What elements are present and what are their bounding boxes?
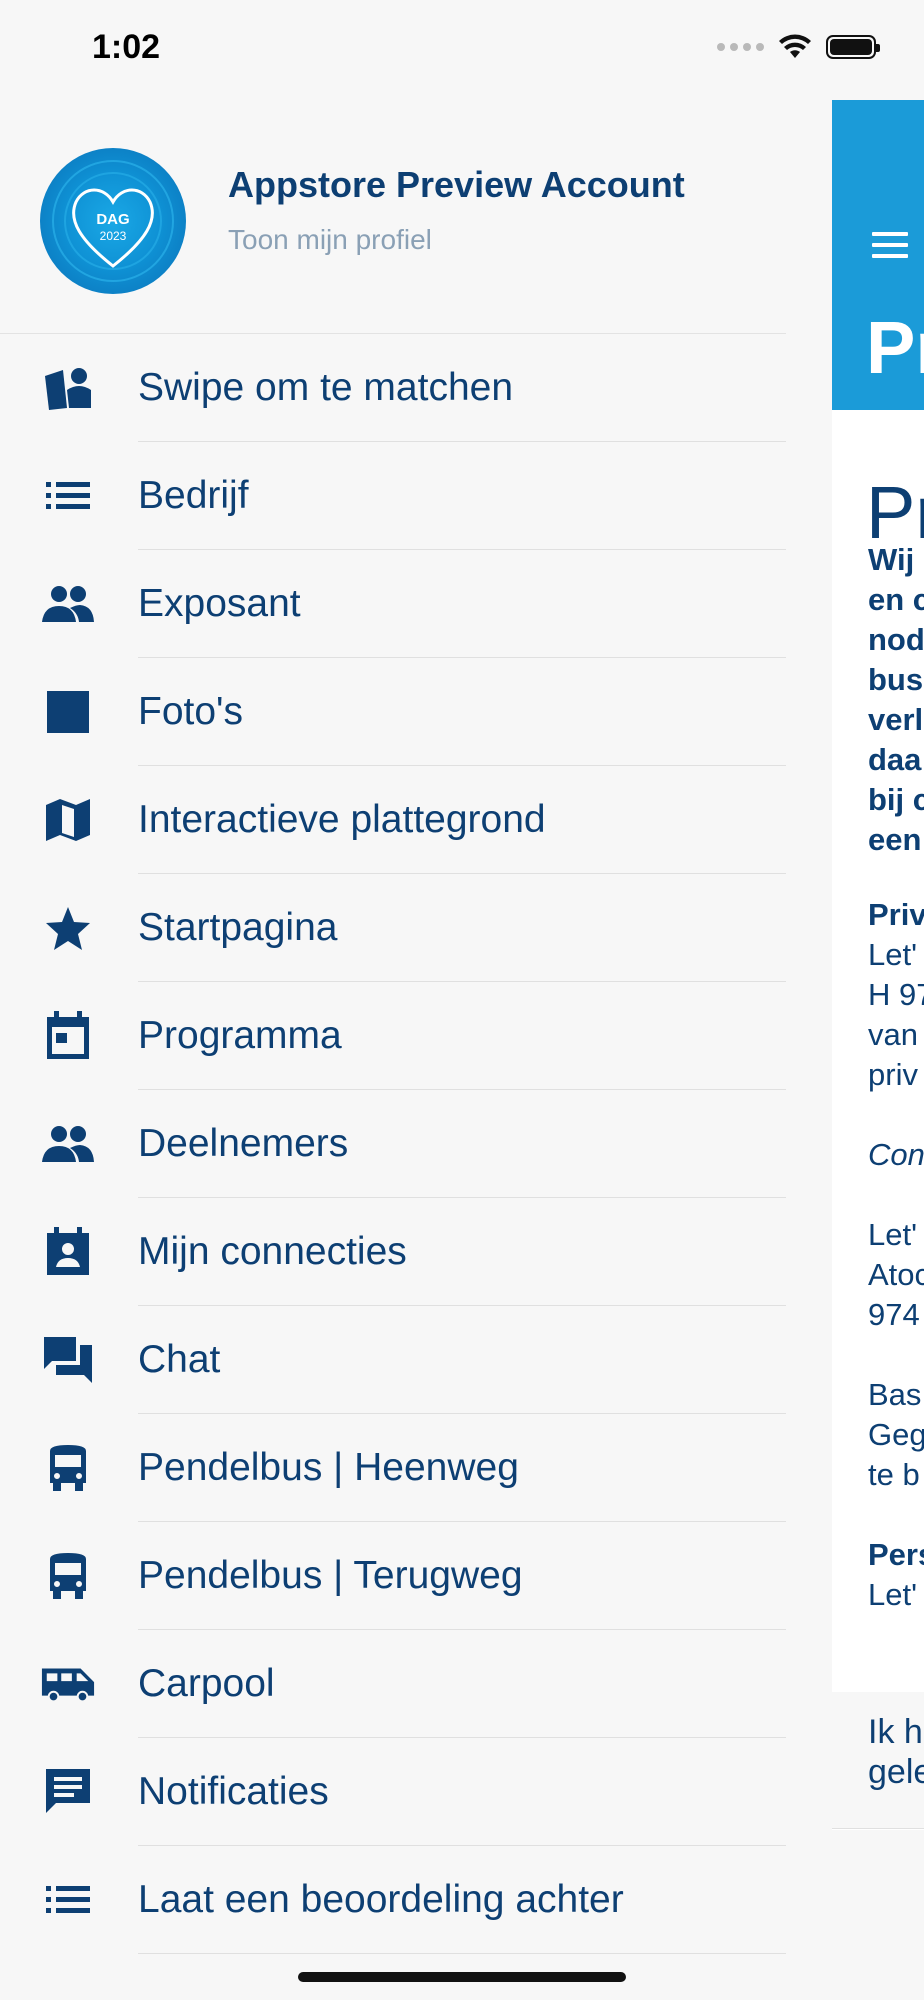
body-text-line: 974 <box>868 1297 920 1332</box>
list-icon <box>40 1876 96 1924</box>
menu-item-deelnemers[interactable]: Deelnemers <box>0 1090 786 1198</box>
body-text-line: Pers <box>868 1537 924 1572</box>
avatar-text-top: DAG <box>96 211 129 228</box>
body-text-line: bij c <box>868 782 924 817</box>
avatar-text-year: 2023 <box>100 229 127 243</box>
menu-item-notificaties[interactable]: Notificaties <box>0 1738 786 1846</box>
menu-item-label: Exposant <box>138 582 301 625</box>
consent-text-line-2: gele <box>868 1753 924 1791</box>
calendar-icon <box>40 1011 96 1060</box>
menu-item-foto-s[interactable]: Foto's <box>0 658 786 766</box>
body-text-line: Con <box>868 1137 924 1172</box>
people-icon <box>40 580 96 628</box>
body-text-line: verl <box>868 702 924 737</box>
profile-header[interactable]: DAG 2023 Appstore Preview Account Toon m… <box>0 100 786 334</box>
cellular-signal-icon <box>717 43 764 51</box>
menu-item-exposant[interactable]: Exposant <box>0 550 786 658</box>
status-icons <box>717 34 880 60</box>
menu-item-label: Mijn connecties <box>138 1230 407 1273</box>
main-page-peek[interactable]: Pr Pr Wijen cnodbusverldaabij ceenPrivLe… <box>832 100 924 1830</box>
divider <box>138 1953 786 1954</box>
bus-icon <box>40 1552 96 1600</box>
bus-icon <box>40 1444 96 1492</box>
body-text-line: daa <box>868 742 922 777</box>
header-title: Pr <box>866 306 924 389</box>
menu-item-mijn-connecties[interactable]: Mijn connecties <box>0 1198 786 1306</box>
van-icon <box>40 1660 96 1708</box>
body-text-line: te b <box>868 1457 920 1492</box>
consent-strip[interactable]: Ik h gele <box>832 1692 924 1829</box>
menu-item-chat[interactable]: Chat <box>0 1306 786 1414</box>
body-text-line: een <box>868 822 922 857</box>
consent-text-line-1: Ik h <box>868 1713 923 1751</box>
profile-name: Appstore Preview Account <box>228 164 685 205</box>
profile-link[interactable]: Toon mijn profiel <box>228 224 432 256</box>
body-text-line: Let' <box>868 1217 918 1252</box>
body-text-line: Atoc <box>868 1257 924 1292</box>
menu-item-label: Notificaties <box>138 1770 329 1813</box>
list-icon <box>40 472 96 520</box>
body-text-line: nod <box>868 622 924 657</box>
map-icon <box>40 796 96 844</box>
menu-item-label: Pendelbus | Heenweg <box>138 1446 519 1489</box>
menu-item-label: Deelnemers <box>138 1122 349 1165</box>
menu-item-swipe-om-te-matchen[interactable]: Swipe om te matchen <box>0 334 786 442</box>
menu-item-label: Programma <box>138 1014 342 1057</box>
menu-item-carpool[interactable]: Carpool <box>0 1630 786 1738</box>
drawer-menu: Swipe om te matchen Bedrijf Exposant Foto's… <box>0 334 786 1954</box>
menu-item-interactieve-plattegrond[interactable]: Interactieve plattegrond <box>0 766 786 874</box>
body-text-line: Let' <box>868 1577 918 1612</box>
event-logo-icon: DAG 2023 <box>52 160 174 282</box>
menu-item-pendelbus-heenweg[interactable]: Pendelbus | Heenweg <box>0 1414 786 1522</box>
menu-item-label: Carpool <box>138 1662 275 1705</box>
image-icon <box>40 688 96 736</box>
body-text-line: H 97 <box>868 977 924 1012</box>
body-text-line: Geg <box>868 1417 924 1452</box>
body-text-line: van <box>868 1017 918 1052</box>
menu-item-label: Laat een beoordeling achter <box>138 1878 624 1921</box>
menu-item-bedrijf[interactable]: Bedrijf <box>0 442 786 550</box>
people-icon <box>40 1120 96 1168</box>
home-indicator[interactable] <box>298 1972 626 1982</box>
battery-icon <box>826 35 880 59</box>
menu-item-label: Pendelbus | Terugweg <box>138 1554 523 1597</box>
body-text-line: bus <box>868 662 924 697</box>
wifi-icon <box>779 34 811 58</box>
menu-item-startpagina[interactable]: Startpagina <box>0 874 786 982</box>
navigation-drawer: DAG 2023 Appstore Preview Account Toon m… <box>0 100 786 2000</box>
menu-item-label: Startpagina <box>138 906 338 949</box>
chat-icon <box>40 1336 96 1384</box>
avatar[interactable]: DAG 2023 <box>40 148 186 294</box>
menu-item-label: Chat <box>138 1338 221 1381</box>
body-text-line: Let' <box>868 937 918 972</box>
menu-item-label: Bedrijf <box>138 474 249 517</box>
menu-item-programma[interactable]: Programma <box>0 982 786 1090</box>
header-bar: Pr <box>832 100 924 410</box>
message-icon <box>40 1768 96 1816</box>
status-bar: 1:02 <box>0 0 924 100</box>
menu-item-laat-een-beoordeling-achter[interactable]: Laat een beoordeling achter <box>0 1846 786 1954</box>
body-text-line: Wij <box>868 542 915 577</box>
body-text-line: priv <box>868 1057 918 1092</box>
body-text-line: Bas <box>868 1377 922 1412</box>
menu-item-label: Swipe om te matchen <box>138 366 514 409</box>
menu-item-label: Foto's <box>138 690 243 733</box>
swipe-match-icon <box>40 364 96 412</box>
body-text-line: Priv <box>868 897 924 932</box>
hamburger-menu-icon[interactable] <box>872 232 908 258</box>
contact-badge-icon <box>40 1227 96 1276</box>
star-icon <box>40 904 96 952</box>
body-text-line: en c <box>868 582 924 617</box>
menu-item-pendelbus-terugweg[interactable]: Pendelbus | Terugweg <box>0 1522 786 1630</box>
menu-item-label: Interactieve plattegrond <box>138 798 546 841</box>
status-time: 1:02 <box>92 28 161 66</box>
